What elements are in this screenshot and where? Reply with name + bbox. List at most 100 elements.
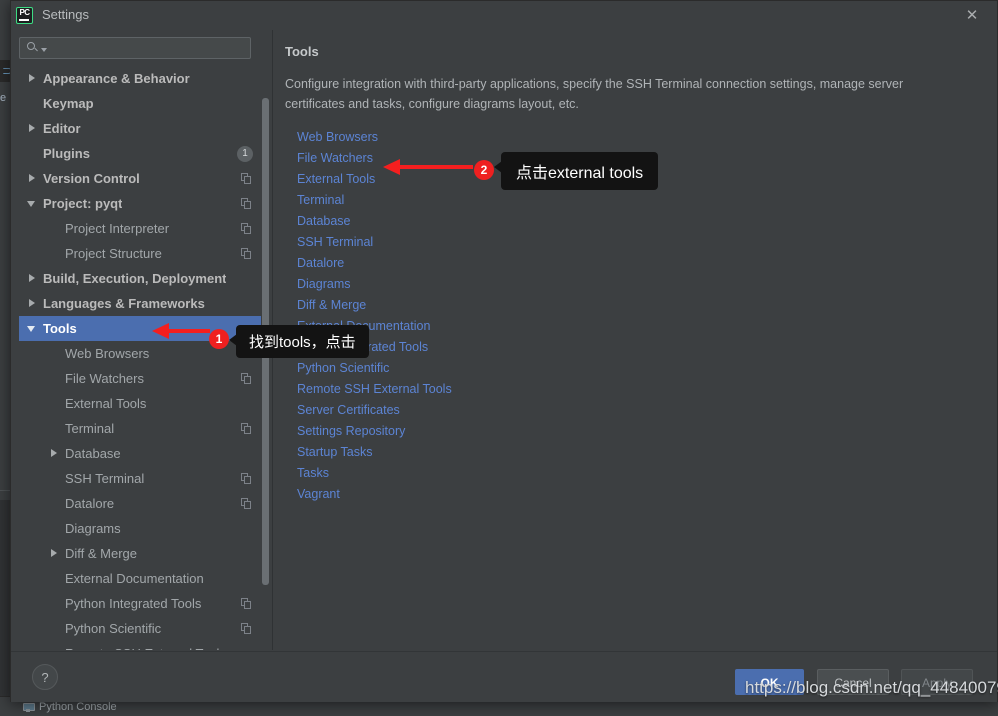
tools-link-remote-ssh-external-tools[interactable]: Remote SSH External Tools — [285, 379, 979, 400]
ide-project-label: e — [0, 92, 7, 104]
sidebar-item-appearance-behavior[interactable]: Appearance & Behavior — [19, 66, 261, 91]
sidebar-item-terminal[interactable]: Terminal — [19, 416, 261, 441]
tools-link-server-certificates[interactable]: Server Certificates — [285, 400, 979, 421]
sidebar-item-label: Project: pyqt — [43, 196, 123, 211]
sidebar-item-label: Build, Execution, Deployment — [43, 271, 227, 286]
tools-link-terminal[interactable]: Terminal — [285, 190, 979, 211]
search-input[interactable] — [47, 41, 250, 55]
tools-link-datalore[interactable]: Datalore — [285, 253, 979, 274]
help-button[interactable]: ? — [32, 664, 58, 690]
tools-link-database[interactable]: Database — [285, 211, 979, 232]
search-icon — [27, 41, 43, 55]
copy-settings-icon[interactable] — [241, 222, 253, 235]
sidebar-item-label: Diagrams — [65, 521, 121, 536]
sidebar-item-languages-frameworks[interactable]: Languages & Frameworks — [19, 291, 261, 316]
annotation-callout-1: 找到tools，点击 — [229, 325, 369, 358]
sidebar-item-editor[interactable]: Editor — [19, 116, 261, 141]
dialog-body: Appearance & Behavior Keymap Editor Plugins… — [11, 30, 997, 650]
close-icon[interactable]: ✕ — [961, 6, 983, 26]
sidebar-item-adornment — [241, 172, 253, 185]
sidebar-item-label: Remote SSH External Tools — [65, 646, 226, 650]
annotation-step-1-badge: 1 — [209, 329, 229, 349]
tools-link-ssh-terminal[interactable]: SSH Terminal — [285, 232, 979, 253]
sidebar-item-project-pyqt[interactable]: Project: pyqt — [19, 191, 261, 216]
tools-link-vagrant[interactable]: Vagrant — [285, 484, 979, 505]
sidebar-item-external-tools[interactable]: External Tools — [19, 391, 261, 416]
chevron-down-icon[interactable] — [27, 323, 38, 334]
sidebar-item-label: Python Scientific — [65, 621, 162, 636]
chevron-right-icon[interactable] — [49, 548, 60, 559]
chevron-right-icon[interactable] — [27, 73, 38, 84]
status-bar-python-console[interactable]: Python Console — [39, 701, 117, 713]
sidebar-item-python-integrated-tools[interactable]: Python Integrated Tools — [19, 591, 261, 616]
sidebar-item-file-watchers[interactable]: File Watchers — [19, 366, 261, 391]
sidebar-item-label: External Tools — [65, 396, 147, 411]
sidebar-item-diagrams[interactable]: Diagrams — [19, 516, 261, 541]
chevron-right-icon[interactable] — [27, 298, 38, 309]
tools-link-web-browsers[interactable]: Web Browsers — [285, 127, 979, 148]
dialog-title-bar: PC Settings ✕ — [11, 1, 997, 30]
sidebar-item-adornment: 1 — [237, 145, 253, 162]
copy-settings-icon[interactable] — [241, 247, 253, 260]
copy-settings-icon[interactable] — [241, 172, 253, 185]
sidebar-item-label: Diff & Merge — [65, 546, 138, 561]
dialog-title: Settings — [42, 7, 89, 22]
sidebar-item-remote-ssh-external-tools[interactable]: Remote SSH External Tools — [19, 641, 261, 650]
sidebar-item-label: File Watchers — [65, 371, 144, 386]
sidebar-item-keymap[interactable]: Keymap — [19, 91, 261, 116]
sidebar-item-label: Project Structure — [65, 246, 162, 261]
tools-link-settings-repository[interactable]: Settings Repository — [285, 421, 979, 442]
page-title: Tools — [285, 44, 319, 59]
settings-tree: Appearance & Behavior Keymap Editor Plugins… — [19, 66, 261, 650]
annotation-callout-2: 点击external tools — [493, 152, 659, 190]
search-area — [11, 30, 261, 59]
settings-dialog: PC Settings ✕ Appearance & Behavior Keyma… — [10, 0, 998, 702]
copy-settings-icon[interactable] — [241, 472, 253, 485]
search-box[interactable] — [19, 37, 251, 59]
tools-link-external-documentation[interactable]: External Documentation — [285, 316, 979, 337]
tools-link-python-integrated-tools[interactable]: Python Integrated Tools — [285, 337, 979, 358]
sidebar-item-python-scientific[interactable]: Python Scientific — [19, 616, 261, 641]
sidebar-item-label: Tools — [43, 321, 77, 336]
copy-settings-icon[interactable] — [241, 422, 253, 435]
sidebar-item-version-control[interactable]: Version Control — [19, 166, 261, 191]
sidebar-item-label: Project Interpreter — [65, 221, 170, 236]
sidebar-item-build-execution-deployment[interactable]: Build, Execution, Deployment — [19, 266, 261, 291]
tools-link-startup-tasks[interactable]: Startup Tasks — [285, 442, 979, 463]
copy-settings-icon[interactable] — [241, 622, 253, 635]
sidebar-item-plugins[interactable]: Plugins 1 — [19, 141, 261, 166]
sidebar-item-datalore[interactable]: Datalore — [19, 491, 261, 516]
copy-settings-icon[interactable] — [241, 197, 253, 210]
chevron-right-icon[interactable] — [27, 273, 38, 284]
tools-link-tasks[interactable]: Tasks — [285, 463, 979, 484]
chevron-right-icon[interactable] — [49, 448, 60, 459]
sidebar-item-database[interactable]: Database — [19, 441, 261, 466]
tools-link-python-scientific[interactable]: Python Scientific — [285, 358, 979, 379]
copy-settings-icon[interactable] — [241, 372, 253, 385]
chevron-right-icon[interactable] — [27, 173, 38, 184]
sidebar-item-adornment — [241, 472, 253, 485]
sidebar-item-adornment — [241, 622, 253, 635]
chevron-right-icon[interactable] — [27, 123, 38, 134]
tools-link-diff-merge[interactable]: Diff & Merge — [285, 295, 979, 316]
settings-detail-panel: Tools Configure integration with third-p… — [273, 30, 997, 650]
chevron-down-icon[interactable] — [27, 198, 38, 209]
page-description: Configure integration with third-party a… — [285, 77, 904, 111]
sidebar-item-label: External Documentation — [65, 571, 204, 586]
tools-link-diagrams[interactable]: Diagrams — [285, 274, 979, 295]
copy-settings-icon[interactable] — [241, 497, 253, 510]
sidebar-item-project-structure[interactable]: Project Structure — [19, 241, 261, 266]
sidebar-item-ssh-terminal[interactable]: SSH Terminal — [19, 466, 261, 491]
sidebar-scrollbar[interactable] — [261, 66, 270, 650]
sidebar-item-adornment — [241, 197, 253, 210]
plugins-count-badge: 1 — [237, 145, 253, 162]
sidebar-item-adornment — [241, 497, 253, 510]
sidebar-item-label: Keymap — [43, 96, 94, 111]
sidebar-item-adornment — [241, 247, 253, 260]
copy-settings-icon[interactable] — [241, 597, 253, 610]
sidebar-item-diff-merge[interactable]: Diff & Merge — [19, 541, 261, 566]
watermark: https://blog.csdn.net/qq_44840079 — [745, 678, 998, 697]
sidebar-item-label: Languages & Frameworks — [43, 296, 205, 311]
sidebar-item-project-interpreter[interactable]: Project Interpreter — [19, 216, 261, 241]
sidebar-item-external-documentation[interactable]: External Documentation — [19, 566, 261, 591]
